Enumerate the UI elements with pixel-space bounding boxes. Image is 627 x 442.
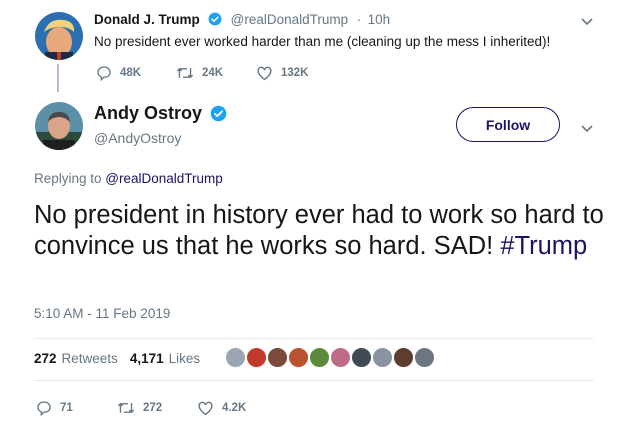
like-action[interactable]: 4.2K xyxy=(197,400,246,416)
replying-to-link[interactable]: @realDonaldTrump xyxy=(105,171,223,186)
hashtag-link[interactable]: #Trump xyxy=(500,232,587,260)
thread-line xyxy=(57,64,59,92)
liker-avatar[interactable] xyxy=(371,346,394,369)
author-handle[interactable]: @AndyOstroy xyxy=(94,130,181,146)
divider-top xyxy=(34,338,594,339)
parent-reply-action[interactable]: 48K xyxy=(96,65,141,81)
parent-reply-count: 48K xyxy=(120,67,142,79)
liker-avatar[interactable] xyxy=(308,346,331,369)
parent-header: Donald J. Trump @realDonaldTrump · 10h xyxy=(94,11,390,31)
tweet-text: No president in history ever had to work… xyxy=(34,200,614,262)
replying-to-line: Replying to @realDonaldTrump xyxy=(34,171,223,186)
author-name[interactable]: Andy Ostroy xyxy=(94,103,202,123)
author-avatar[interactable] xyxy=(35,102,83,150)
likes-stat[interactable]: 4,171 Likes xyxy=(130,351,200,366)
liker-avatar[interactable] xyxy=(413,346,436,369)
parent-author-handle[interactable]: @realDonaldTrump xyxy=(231,12,349,27)
verified-badge-icon xyxy=(208,12,222,31)
parent-tweet-time[interactable]: 10h xyxy=(368,12,391,27)
main-more-chevron-icon[interactable] xyxy=(580,121,594,139)
follow-button[interactable]: Follow xyxy=(456,107,560,142)
tweet-timestamp[interactable]: 5:10 AM - 11 Feb 2019 xyxy=(34,306,170,321)
retweet-icon xyxy=(176,67,194,79)
liker-avatar[interactable] xyxy=(350,346,373,369)
parent-avatar[interactable] xyxy=(35,12,83,60)
liker-avatar[interactable] xyxy=(287,346,310,369)
reply-icon xyxy=(97,66,111,81)
liker-avatar[interactable] xyxy=(329,346,352,369)
retweet-action[interactable]: 272 xyxy=(117,400,162,416)
parent-like-action[interactable]: 132K xyxy=(256,65,309,81)
retweets-stat[interactable]: 272 Retweets xyxy=(34,351,118,366)
like-count: 4.2K xyxy=(222,402,247,414)
parent-like-count: 132K xyxy=(281,67,309,79)
parent-more-chevron-icon[interactable] xyxy=(580,14,594,32)
heart-icon xyxy=(257,66,272,81)
author-name-row: Andy Ostroy xyxy=(94,103,227,127)
liker-avatar[interactable] xyxy=(224,346,247,369)
engagement-stats: 272 Retweets 4,171 Likes xyxy=(34,351,200,366)
retweet-icon xyxy=(117,402,135,414)
retweet-count: 272 xyxy=(143,402,163,414)
liker-avatar[interactable] xyxy=(266,346,289,369)
retweets-stat-label: Retweets xyxy=(61,351,118,366)
retweets-stat-count: 272 xyxy=(34,351,57,366)
divider-bottom xyxy=(34,380,594,381)
replying-prefix: Replying to xyxy=(34,171,106,186)
likes-stat-label: Likes xyxy=(168,351,201,366)
heart-icon xyxy=(198,401,213,416)
parent-author-name[interactable]: Donald J. Trump xyxy=(94,12,200,27)
parent-tweet-text: No president ever worked harder than me … xyxy=(94,34,551,49)
liker-avatars xyxy=(224,346,436,369)
reply-action[interactable]: 71 xyxy=(36,400,73,416)
parent-retweet-count: 24K xyxy=(202,67,224,79)
verified-badge-icon xyxy=(210,105,227,127)
reply-count: 71 xyxy=(60,402,73,414)
header-separator: · xyxy=(356,12,362,27)
likes-stat-count: 4,171 xyxy=(129,351,164,366)
parent-retweet-action[interactable]: 24K xyxy=(176,65,223,81)
reply-icon xyxy=(37,401,51,416)
liker-avatar[interactable] xyxy=(245,346,268,369)
liker-avatar[interactable] xyxy=(392,346,415,369)
